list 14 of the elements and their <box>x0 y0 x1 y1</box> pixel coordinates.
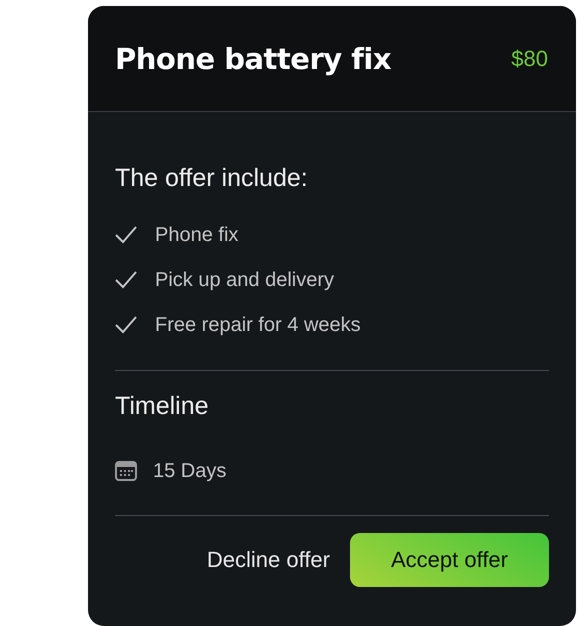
included-item: Phone fix <box>155 223 238 247</box>
accept-button[interactable]: Accept offer <box>350 533 549 587</box>
section-heading: The offer include: <box>115 164 309 193</box>
included-item: Pick up and delivery <box>155 268 334 292</box>
check-icon <box>115 316 137 334</box>
included-item: Free repair for 4 weeks <box>155 313 361 337</box>
offer-title: Phone battery fix <box>115 42 392 76</box>
price: $80 <box>511 46 548 72</box>
duration: 15 Days <box>153 459 226 483</box>
check-icon <box>115 226 137 244</box>
check-icon <box>115 271 137 289</box>
section-heading: Timeline <box>115 392 210 421</box>
calendar-icon <box>115 461 137 481</box>
decline-button[interactable]: Decline offer <box>206 547 330 573</box>
